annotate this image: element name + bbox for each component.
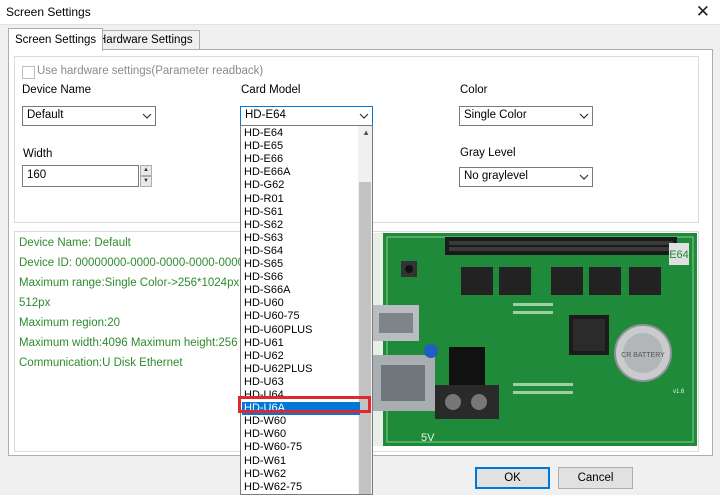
device-name-label: Device Name bbox=[22, 84, 92, 96]
info-max-range: Maximum range:Single Color->256*1024px D bbox=[19, 277, 251, 289]
dropdown-option[interactable]: HD-S63 bbox=[242, 232, 360, 245]
dropdown-option[interactable]: HD-U60PLUS bbox=[242, 324, 360, 337]
chevron-down-icon bbox=[579, 113, 589, 119]
title-bar: Screen Settings ✕ bbox=[0, 0, 720, 25]
dropdown-option[interactable]: HD-U64 bbox=[242, 389, 360, 402]
board-version-label: v1.6 bbox=[673, 389, 685, 395]
pcb-illustration: CR BATTERY E64 5V v1.6 bbox=[373, 233, 697, 446]
tab-hardware-settings[interactable]: Hardware Settings bbox=[91, 30, 200, 50]
dropdown-option[interactable]: HD-R01 bbox=[242, 193, 360, 206]
chevron-down-icon bbox=[359, 113, 369, 119]
info-max-size: Maximum width:4096 Maximum height:256 bbox=[19, 337, 238, 349]
increment-icon[interactable]: ▲ bbox=[140, 165, 152, 176]
dropdown-option[interactable]: HD-U60-75 bbox=[242, 310, 360, 323]
chevron-down-icon bbox=[579, 174, 589, 180]
dropdown-option[interactable]: HD-U61 bbox=[242, 337, 360, 350]
info-max-region: Maximum region:20 bbox=[19, 317, 120, 329]
dropdown-option[interactable]: HD-S66 bbox=[242, 271, 360, 284]
ok-button[interactable]: OK bbox=[475, 467, 550, 489]
battery-label: CR BATTERY bbox=[621, 352, 665, 359]
info-communication: Communication:U Disk Ethernet bbox=[19, 357, 183, 369]
dropdown-option[interactable]: HD-U62PLUS bbox=[242, 363, 360, 376]
color-combo[interactable]: Single Color bbox=[459, 106, 593, 126]
decrement-icon[interactable]: ▼ bbox=[140, 176, 152, 187]
dropdown-option[interactable]: HD-S62 bbox=[242, 219, 360, 232]
window-title: Screen Settings bbox=[6, 5, 91, 19]
use-hardware-settings-checkbox[interactable] bbox=[22, 66, 35, 79]
board-voltage-label: 5V bbox=[421, 432, 435, 444]
gray-level-label: Gray Level bbox=[460, 147, 516, 159]
width-value: 160 bbox=[27, 169, 47, 181]
dropdown-option[interactable]: HD-S65 bbox=[242, 258, 360, 271]
dropdown-option[interactable]: HD-G62 bbox=[242, 179, 360, 192]
width-spinner: ▲ ▼ bbox=[140, 165, 152, 187]
color-value: Single Color bbox=[464, 109, 527, 121]
dropdown-option[interactable]: HD-W60-75 bbox=[242, 441, 360, 454]
dropdown-option[interactable]: HD-S61 bbox=[242, 206, 360, 219]
dropdown-option[interactable]: HD-S64 bbox=[242, 245, 360, 258]
info-max-range-cont: 512px bbox=[19, 297, 51, 309]
card-model-label: Card Model bbox=[241, 84, 301, 96]
dropdown-option[interactable]: HD-U6A bbox=[242, 402, 360, 416]
info-device-name: Device Name: Default bbox=[19, 237, 131, 249]
device-name-combo[interactable]: Default bbox=[22, 106, 156, 126]
dropdown-option[interactable]: HD-U60 bbox=[242, 297, 360, 310]
dropdown-option[interactable]: HD-S66A bbox=[242, 284, 360, 297]
width-label: Width bbox=[23, 148, 53, 160]
color-label: Color bbox=[460, 84, 488, 96]
dropdown-option[interactable]: HD-W61 bbox=[242, 455, 360, 468]
tab-screen-settings[interactable]: Screen Settings bbox=[8, 28, 104, 51]
dropdown-option[interactable]: HD-E65 bbox=[242, 140, 360, 153]
card-model-combo[interactable]: HD-E64 bbox=[240, 106, 373, 126]
dropdown-option[interactable]: HD-W62 bbox=[242, 468, 360, 481]
board-model-label: E64 bbox=[669, 249, 689, 261]
gray-level-combo[interactable]: No graylevel bbox=[459, 167, 593, 187]
dropdown-option[interactable]: HD-U63 bbox=[242, 376, 360, 389]
dropdown-option[interactable]: HD-W60 bbox=[242, 428, 360, 441]
dropdown-option[interactable]: HD-E66 bbox=[242, 153, 360, 166]
scrollbar-thumb[interactable] bbox=[359, 182, 371, 494]
cancel-button[interactable]: Cancel bbox=[558, 467, 633, 489]
dropdown-scrollbar[interactable]: ▲ bbox=[358, 126, 372, 494]
scroll-up-icon[interactable]: ▲ bbox=[362, 128, 370, 137]
close-icon[interactable]: ✕ bbox=[696, 2, 710, 22]
dropdown-option[interactable]: HD-W62-75 bbox=[242, 481, 360, 494]
width-input[interactable]: 160 bbox=[22, 165, 139, 187]
card-model-value: HD-E64 bbox=[245, 109, 286, 121]
dropdown-option[interactable]: HD-W60 bbox=[242, 415, 360, 428]
card-board-image: CR BATTERY E64 5V v1.6 bbox=[373, 233, 697, 446]
card-model-dropdown-list[interactable]: ▲ HD-E64 HD-E65 HD-E66 HD-E66A HD-G62 HD-R01 H… bbox=[240, 125, 373, 495]
dropdown-option[interactable]: HD-U62 bbox=[242, 350, 360, 363]
dropdown-option[interactable]: HD-E64 bbox=[242, 127, 360, 140]
dropdown-option[interactable]: HD-E66A bbox=[242, 166, 360, 179]
chevron-down-icon bbox=[142, 113, 152, 119]
use-hardware-settings-label: Use hardware settings(Parameter readback… bbox=[37, 65, 264, 77]
device-name-value: Default bbox=[27, 109, 64, 121]
info-device-id: Device ID: 00000000-0000-0000-0000-00000 bbox=[19, 257, 251, 269]
gray-level-value: No graylevel bbox=[464, 170, 528, 182]
